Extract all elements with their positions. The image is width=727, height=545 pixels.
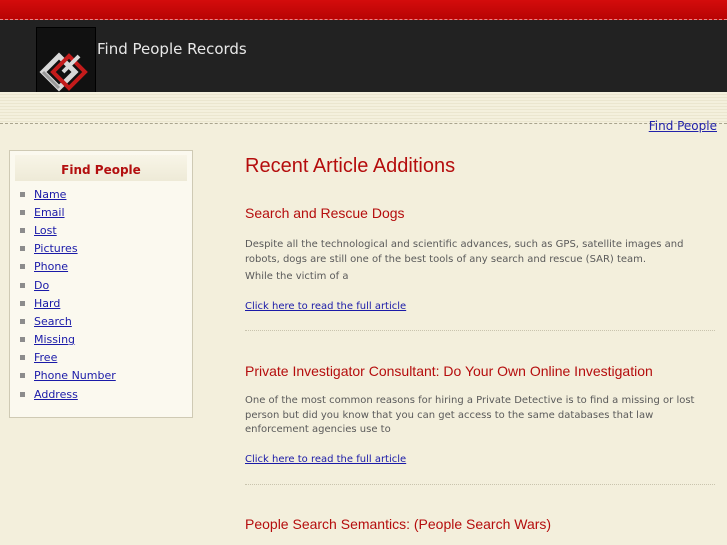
sidebar-item-name: Name: [20, 185, 192, 203]
site-title[interactable]: Find People Records: [97, 40, 247, 58]
article-excerpt: Despite all the technological and scient…: [245, 239, 684, 265]
sidebar-link[interactable]: Lost: [34, 224, 57, 237]
article-title: Private Investigator Consultant: Do Your…: [245, 363, 653, 379]
find-people-top-link[interactable]: Find People: [649, 119, 717, 133]
sidebar-item-do: Do: [20, 276, 192, 294]
bullet-icon: [20, 227, 25, 233]
sidebar-item-pictures: Pictures: [20, 240, 192, 258]
bullet-icon: [20, 264, 25, 270]
sidebar-item-search: Search: [20, 312, 192, 330]
sidebar-list: Name Email Lost Pictures Phone Do Hard S…: [10, 185, 192, 403]
sidebar: Find People Name Email Lost Pictures Pho…: [9, 150, 193, 418]
sidebar-link[interactable]: Missing: [34, 333, 75, 346]
bullet-icon: [20, 373, 25, 379]
sidebar-item-email: Email: [20, 203, 192, 221]
sidebar-item-phone: Phone: [20, 258, 192, 276]
bullet-icon: [20, 337, 25, 343]
main-content: Recent Article Additions Search and Resc…: [245, 155, 715, 532]
article-2: Private Investigator Consultant: Do Your…: [245, 363, 715, 466]
sidebar-link[interactable]: Search: [34, 315, 72, 328]
sidebar-item-free: Free: [20, 349, 192, 367]
site-logo-icon[interactable]: [36, 27, 96, 101]
bullet-icon: [20, 391, 25, 397]
bullet-icon: [20, 355, 25, 361]
bullet-icon: [20, 209, 25, 215]
article-divider: [245, 330, 715, 331]
bullet-icon: [20, 282, 25, 288]
sidebar-link[interactable]: Free: [34, 351, 57, 364]
bullet-icon: [20, 318, 25, 324]
sidebar-link[interactable]: Email: [34, 206, 65, 219]
sidebar-link[interactable]: Do: [34, 279, 49, 292]
article-divider: [245, 484, 715, 485]
article-title: People Search Semantics: (People Search …: [245, 516, 552, 532]
bullet-icon: [20, 246, 25, 252]
article-1: Search and Rescue Dogs Despite all the t…: [245, 205, 715, 313]
sidebar-link[interactable]: Phone: [34, 260, 68, 273]
sidebar-item-address: Address: [20, 385, 192, 403]
bullet-icon: [20, 300, 25, 306]
article-excerpt-continued: While the victim of a: [245, 271, 349, 282]
sidebar-item-phone-number: Phone Number: [20, 367, 192, 385]
sidebar-link[interactable]: Phone Number: [34, 369, 116, 382]
sidebar-link[interactable]: Pictures: [34, 242, 78, 255]
article-title: Search and Rescue Dogs: [245, 205, 405, 221]
page-heading: Recent Article Additions: [245, 155, 456, 177]
sidebar-link[interactable]: Hard: [34, 297, 60, 310]
bullet-icon: [20, 191, 25, 197]
sidebar-item-missing: Missing: [20, 331, 192, 349]
sidebar-item-hard: Hard: [20, 294, 192, 312]
sidebar-link[interactable]: Name: [34, 188, 66, 201]
header-stripe: [0, 92, 727, 124]
read-more-link[interactable]: Click here to read the full article: [245, 301, 406, 312]
article-3: People Search Semantics: (People Search …: [245, 516, 715, 532]
article-excerpt: One of the most common reasons for hirin…: [245, 395, 695, 435]
sidebar-item-lost: Lost: [20, 221, 192, 239]
sidebar-title: Find People: [15, 155, 187, 181]
top-red-bar: [0, 0, 727, 20]
sidebar-link[interactable]: Address: [34, 388, 78, 401]
read-more-link[interactable]: Click here to read the full article: [245, 454, 406, 465]
